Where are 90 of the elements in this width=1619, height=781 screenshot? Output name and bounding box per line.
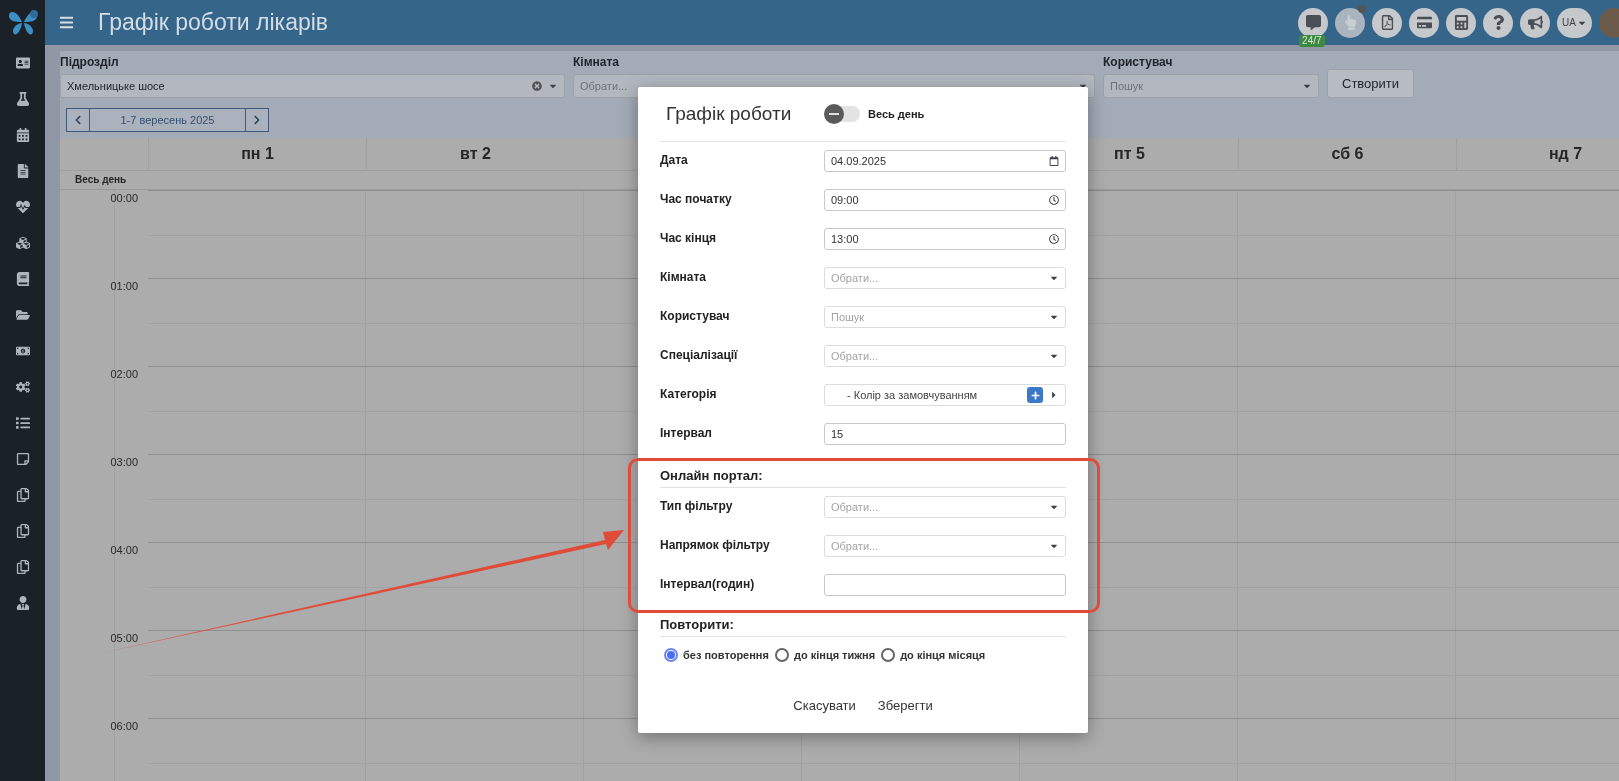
money-icon[interactable] <box>15 344 30 358</box>
menu-icon[interactable] <box>59 15 74 30</box>
hour-label: 03:00 <box>109 455 139 470</box>
cubes-icon[interactable] <box>15 236 30 250</box>
all-day-toggle[interactable] <box>826 106 860 122</box>
chat-icon <box>1305 15 1321 30</box>
field-label: Категорія <box>660 386 718 401</box>
calendar-icon[interactable] <box>15 128 30 142</box>
credit-card-icon <box>1416 15 1432 30</box>
card-button[interactable] <box>1409 7 1440 38</box>
copy-icon[interactable] <box>15 560 30 574</box>
filter-label: Підрозділ <box>60 55 120 69</box>
calendar-icon <box>1049 156 1059 166</box>
clear-icon[interactable] <box>532 81 542 91</box>
person-icon[interactable] <box>15 596 30 610</box>
date-range: 1-7 вересень 2025 <box>90 108 245 132</box>
section-title: Онлайн портал: <box>660 454 1066 488</box>
hour-label: 01:00 <box>109 279 139 294</box>
radio-button[interactable] <box>881 648 896 662</box>
copy-icon[interactable] <box>15 488 30 502</box>
radio-button[interactable] <box>664 648 678 662</box>
field-label: Інтервал(годин) <box>660 576 756 591</box>
plus-icon <box>1030 390 1040 400</box>
input-field[interactable]: 13:00 <box>824 228 1066 250</box>
megaphone-icon <box>1527 15 1543 30</box>
heartbeat-icon[interactable] <box>15 200 30 214</box>
radio-button[interactable] <box>774 648 789 662</box>
chat-button[interactable] <box>1298 7 1329 38</box>
field-label: Користувач <box>660 308 731 323</box>
pdf-button[interactable] <box>1372 7 1403 38</box>
input-field[interactable] <box>824 574 1066 596</box>
contact-card-icon[interactable] <box>15 56 30 70</box>
radio-label: до кінця тижня <box>793 649 876 661</box>
field-label: Спеціалізації <box>660 347 739 362</box>
hour-label: 04:00 <box>109 543 139 558</box>
field-label: Дата <box>660 152 689 167</box>
document-icon[interactable] <box>15 164 30 178</box>
create-button[interactable]: Створити <box>1327 69 1415 98</box>
hour-label: 02:00 <box>109 367 139 382</box>
field-label: Час кінця <box>660 230 718 245</box>
select-field[interactable]: - Колір за замовчуванням <box>824 384 1066 406</box>
folder-icon[interactable] <box>15 308 30 322</box>
day-header: нд 7 <box>1456 138 1619 170</box>
megaphone-button[interactable] <box>1520 7 1551 38</box>
chevron-right-icon <box>252 115 262 125</box>
hand-button[interactable] <box>1335 7 1366 38</box>
hour-label: 06:00 <box>109 719 139 734</box>
alert-dot <box>1358 4 1367 13</box>
hand-icon <box>1342 15 1358 30</box>
dialog-button[interactable]: Зберегти <box>877 698 933 713</box>
clock-icon <box>1049 234 1059 244</box>
copy-icon[interactable] <box>15 524 30 538</box>
field-label: Час початку <box>660 191 733 206</box>
help-button[interactable] <box>1483 7 1514 38</box>
filter-label: Кімната <box>573 55 620 69</box>
pdf-file-icon <box>1379 15 1395 30</box>
list-icon[interactable] <box>15 416 30 430</box>
field-label: Кімната <box>660 269 707 284</box>
select-field[interactable]: Хмельницьке шосе <box>60 74 565 98</box>
previous-button[interactable] <box>66 108 90 132</box>
input-field[interactable]: 09:00 <box>824 189 1066 211</box>
hour-label: 05:00 <box>109 631 139 646</box>
field-label: Інтервал <box>660 425 713 440</box>
calculator-icon <box>1453 15 1469 30</box>
radio-label: до кінця місяця <box>900 649 986 661</box>
input-field[interactable]: 04.09.2025 <box>824 150 1066 172</box>
flask-icon[interactable] <box>15 92 30 106</box>
chevron-left-icon <box>73 115 83 125</box>
dialog-button[interactable]: Скасувати <box>793 698 856 713</box>
hour-label: 00:00 <box>109 191 139 206</box>
note-icon[interactable] <box>15 452 30 466</box>
day-header: пн 1 <box>148 138 366 170</box>
toggle-label: Весь день <box>868 108 925 120</box>
radio-label: без повторення <box>683 649 769 661</box>
clock-icon <box>1049 195 1059 205</box>
input-field[interactable]: 15 <box>824 423 1066 445</box>
calculator-button[interactable] <box>1446 7 1477 38</box>
day-header: сб 6 <box>1238 138 1456 170</box>
filter-label: Користувач <box>1103 55 1174 69</box>
next-button[interactable] <box>245 108 269 132</box>
language-button[interactable]: UA <box>1557 7 1592 38</box>
add-button[interactable] <box>1027 387 1043 403</box>
dialog-title: Графік роботи <box>666 103 793 125</box>
field-label: Напрямок фільтру <box>660 537 771 552</box>
book-icon[interactable] <box>15 272 30 286</box>
field-label: Тип фільтру <box>660 498 734 513</box>
gears-icon[interactable] <box>15 380 30 394</box>
all-day-label: Весь день <box>74 173 128 187</box>
page-title: Графік роботи лікарів <box>98 9 330 36</box>
day-header: вт 2 <box>366 138 584 170</box>
